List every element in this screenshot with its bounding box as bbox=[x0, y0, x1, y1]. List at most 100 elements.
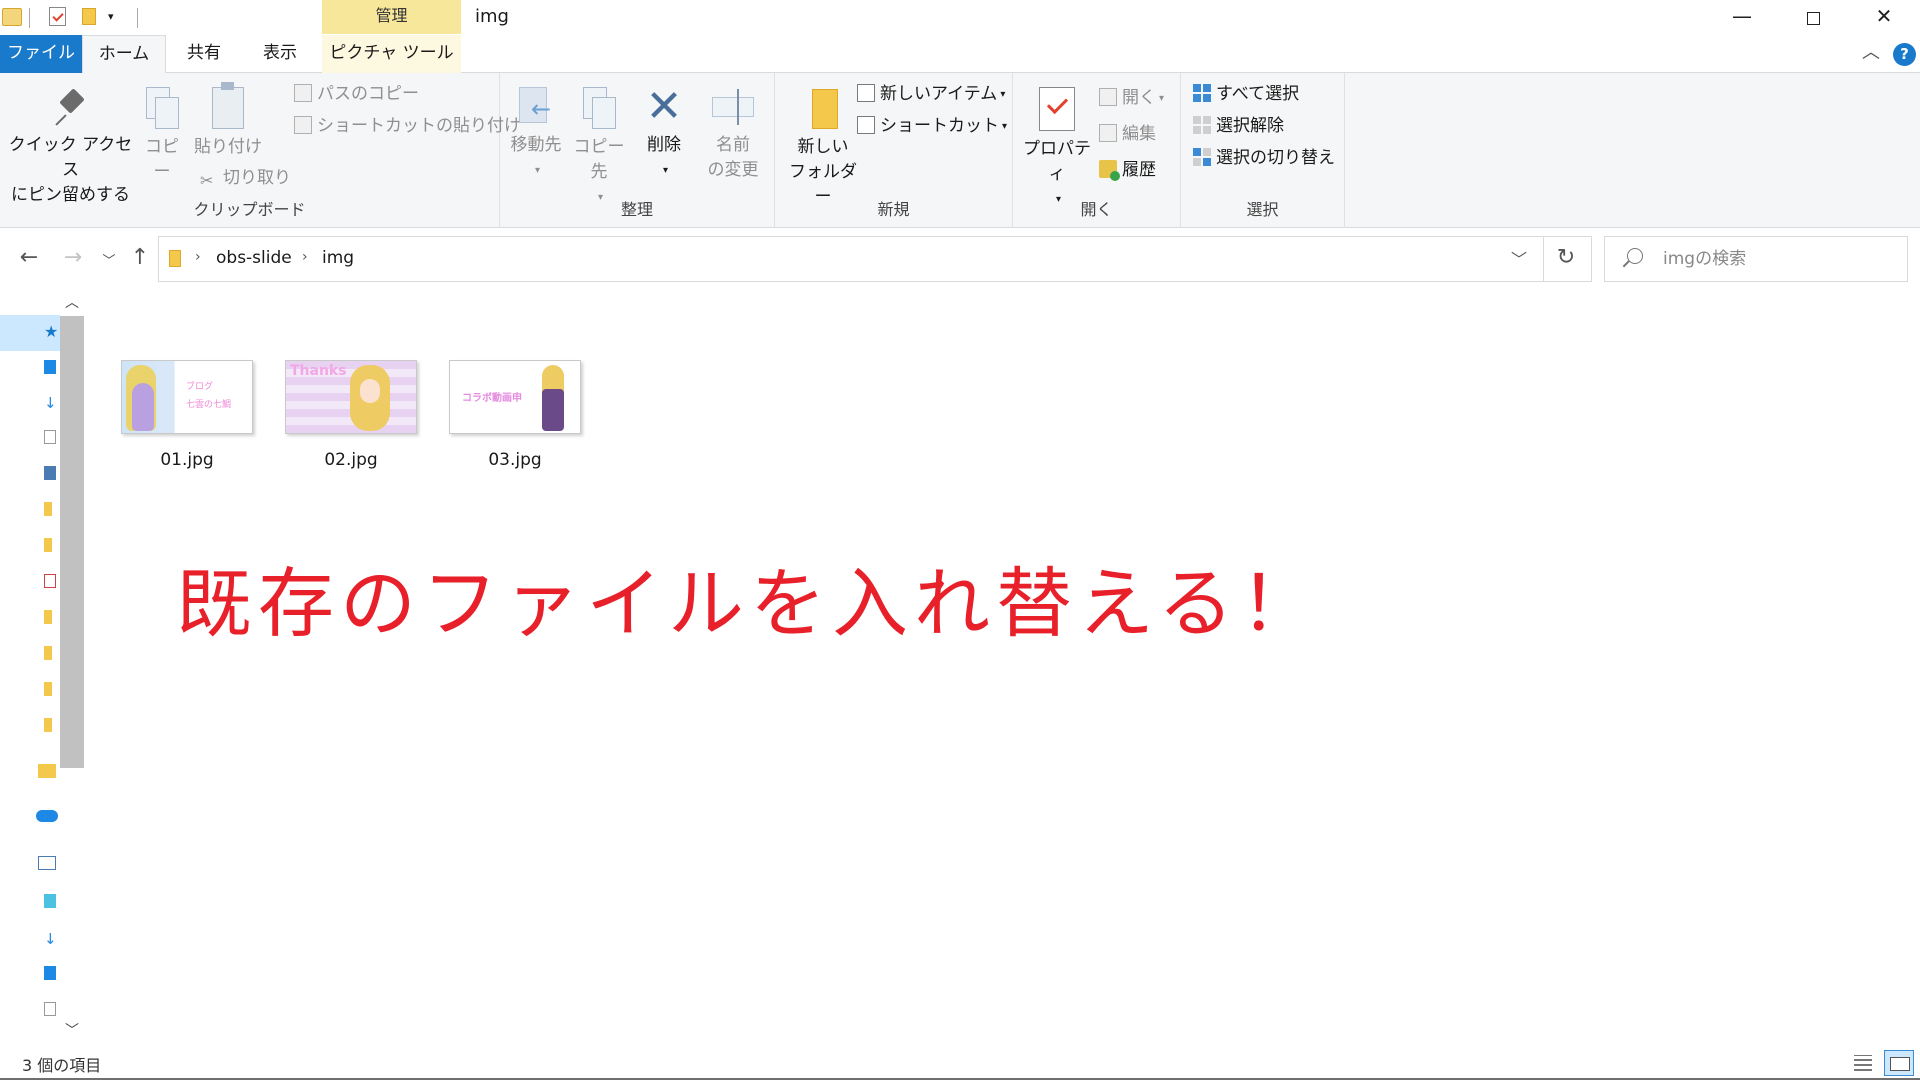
file-item[interactable]: Thanks 02.jpg bbox=[264, 360, 424, 480]
file-item[interactable]: コラボ動画申 03.jpg bbox=[428, 360, 588, 480]
new-item-button[interactable]: 新しいアイテム ▾ bbox=[857, 83, 1005, 106]
download-icon[interactable]: ↓ bbox=[44, 394, 57, 412]
search-box[interactable] bbox=[1604, 236, 1908, 282]
tab-file[interactable]: ファイル bbox=[0, 35, 82, 73]
open-button[interactable]: 開く ▾ bbox=[1099, 87, 1164, 110]
paste-shortcut-icon bbox=[294, 116, 312, 134]
pc-icon[interactable] bbox=[38, 856, 56, 870]
copy-button[interactable]: コピー bbox=[138, 87, 186, 185]
document-icon[interactable] bbox=[44, 430, 56, 444]
shared-folder-icon[interactable] bbox=[38, 764, 56, 778]
folder-icon[interactable] bbox=[44, 718, 52, 732]
tab-view[interactable]: 表示 bbox=[242, 35, 318, 73]
copy-path-button[interactable]: パスのコピー bbox=[294, 83, 419, 105]
group-label-clipboard: クリップボード bbox=[193, 200, 306, 219]
collapse-ribbon-chevron-icon[interactable]: ︿ bbox=[1860, 43, 1882, 65]
history-button[interactable]: 履歴 bbox=[1099, 159, 1156, 181]
pin-to-quick-access-button[interactable]: クイック アクセス にピン留めする bbox=[8, 87, 133, 208]
group-label-open: 開く bbox=[1080, 200, 1113, 219]
breadcrumb-item[interactable]: obs-slide bbox=[216, 248, 292, 268]
file-thumbnail: Thanks bbox=[285, 360, 417, 434]
paste-shortcut-button[interactable]: ショートカットの貼り付け bbox=[294, 115, 521, 137]
copy-icon bbox=[146, 87, 179, 129]
select-none-button[interactable]: 選択解除 bbox=[1193, 115, 1284, 137]
file-item[interactable]: ブログ 七雲の七鯛 01.jpg bbox=[100, 360, 260, 480]
copy-to-button[interactable]: コピー先 ▾ bbox=[568, 87, 630, 210]
invert-selection-button[interactable]: 選択の切り替え bbox=[1193, 147, 1335, 169]
divider bbox=[29, 8, 30, 28]
large-icons-view-icon[interactable] bbox=[1884, 1050, 1914, 1076]
details-view-icon[interactable] bbox=[1852, 1053, 1874, 1073]
star-icon[interactable]: ★ bbox=[44, 324, 60, 340]
address-bar[interactable]: › obs-slide › img ﹀ ↻ bbox=[158, 236, 1592, 282]
file-name: 02.jpg bbox=[324, 450, 378, 470]
tab-share[interactable]: 共有 bbox=[166, 35, 242, 73]
minimize-button[interactable]: — bbox=[1707, 0, 1777, 34]
folder-icon bbox=[2, 8, 22, 26]
properties-button[interactable]: プロパティ ▾ bbox=[1017, 87, 1097, 212]
tab-home[interactable]: ホーム bbox=[82, 35, 166, 74]
desktop-icon[interactable] bbox=[44, 360, 56, 374]
help-icon[interactable]: ? bbox=[1893, 43, 1916, 66]
folder-icon[interactable] bbox=[44, 682, 52, 696]
select-all-icon bbox=[1193, 84, 1211, 102]
folder-icon[interactable] bbox=[44, 502, 52, 516]
back-button[interactable]: ← bbox=[16, 247, 42, 269]
scrollbar-thumb[interactable] bbox=[60, 316, 84, 768]
app-folder-icon[interactable] bbox=[44, 574, 56, 588]
easy-access-button[interactable]: ショートカット ▾ bbox=[857, 115, 1007, 138]
search-input[interactable] bbox=[1663, 246, 1893, 272]
rename-label-line1: 名前 bbox=[716, 135, 750, 155]
properties-quick-access-icon[interactable] bbox=[49, 7, 66, 26]
edit-button[interactable]: 編集 bbox=[1099, 123, 1156, 145]
rename-button[interactable]: 名前 の変更 bbox=[700, 87, 766, 183]
copy-path-icon bbox=[294, 84, 312, 102]
folder-icon[interactable] bbox=[44, 646, 52, 660]
paste-shortcut-label: ショートカットの貼り付け bbox=[317, 116, 521, 136]
thumbnail-text: 七雲の七鯛 bbox=[186, 400, 232, 410]
folder-icon[interactable] bbox=[44, 538, 52, 552]
refresh-icon[interactable]: ↻ bbox=[1551, 245, 1581, 270]
cut-button[interactable]: ✂ 切り取り bbox=[200, 167, 291, 190]
tab-picture-tools[interactable]: ピクチャ ツール bbox=[322, 35, 461, 73]
close-button[interactable]: ✕ bbox=[1849, 0, 1919, 34]
group-open: プロパティ ▾ 開く ▾ 編集 履歴 開く bbox=[1013, 73, 1181, 228]
scroll-down-icon[interactable]: ﹀ bbox=[60, 1018, 84, 1044]
ribbon-tabs: ファイル ホーム 共有 表示 ピクチャ ツール ︿ ? bbox=[0, 35, 1920, 74]
picture-icon[interactable] bbox=[44, 466, 56, 480]
up-button[interactable]: ↑ bbox=[127, 247, 153, 269]
scroll-up-icon[interactable]: ︿ bbox=[60, 290, 84, 316]
breadcrumb-chevron-icon[interactable]: › bbox=[195, 249, 201, 265]
forward-button[interactable]: → bbox=[60, 247, 86, 269]
thumbnail-text: コラボ動画申 bbox=[462, 393, 522, 404]
breadcrumb-item[interactable]: img bbox=[322, 248, 354, 268]
breadcrumb-chevron-icon[interactable]: › bbox=[302, 249, 308, 265]
move-to-button[interactable]: 移動先▾ bbox=[508, 87, 564, 183]
properties-icon bbox=[1039, 87, 1075, 131]
annotation-text: 既存のファイルを入れ替える！ bbox=[176, 559, 1322, 648]
folder-icon[interactable] bbox=[44, 610, 52, 624]
file-thumbnail: ブログ 七雲の七鯛 bbox=[121, 360, 253, 434]
maximize-button[interactable] bbox=[1778, 0, 1848, 34]
delete-button[interactable]: ✕ 削除 ▾ bbox=[640, 85, 688, 183]
rename-label-line2: の変更 bbox=[707, 160, 759, 180]
document-icon[interactable] bbox=[44, 1002, 56, 1016]
group-label-select: 選択 bbox=[1246, 200, 1279, 219]
3d-objects-icon[interactable] bbox=[44, 894, 56, 908]
cut-label: 切り取り bbox=[223, 168, 291, 188]
new-folder-button[interactable]: 新しい フォルダー bbox=[783, 87, 863, 210]
download-icon[interactable]: ↓ bbox=[44, 930, 57, 948]
desktop-icon[interactable] bbox=[44, 966, 56, 980]
new-folder-quick-access-icon[interactable] bbox=[82, 8, 96, 25]
onedrive-icon[interactable] bbox=[36, 810, 58, 822]
customize-quick-access-dropdown-icon[interactable]: ▾ bbox=[108, 11, 120, 23]
recent-locations-chevron-icon[interactable]: ﹀ bbox=[96, 251, 122, 273]
file-name: 01.jpg bbox=[160, 450, 214, 470]
group-new: 新しい フォルダー 新しいアイテム ▾ ショートカット ▾ 新規 bbox=[775, 73, 1013, 228]
select-all-button[interactable]: すべて選択 bbox=[1193, 83, 1299, 105]
paste-button[interactable]: 貼り付け bbox=[194, 82, 262, 160]
navigation-scrollbar[interactable]: ︿ ﹀ bbox=[60, 290, 84, 1045]
select-none-icon bbox=[1193, 116, 1211, 134]
edit-icon bbox=[1099, 124, 1117, 142]
address-dropdown-chevron-icon[interactable]: ﹀ bbox=[1504, 246, 1534, 270]
